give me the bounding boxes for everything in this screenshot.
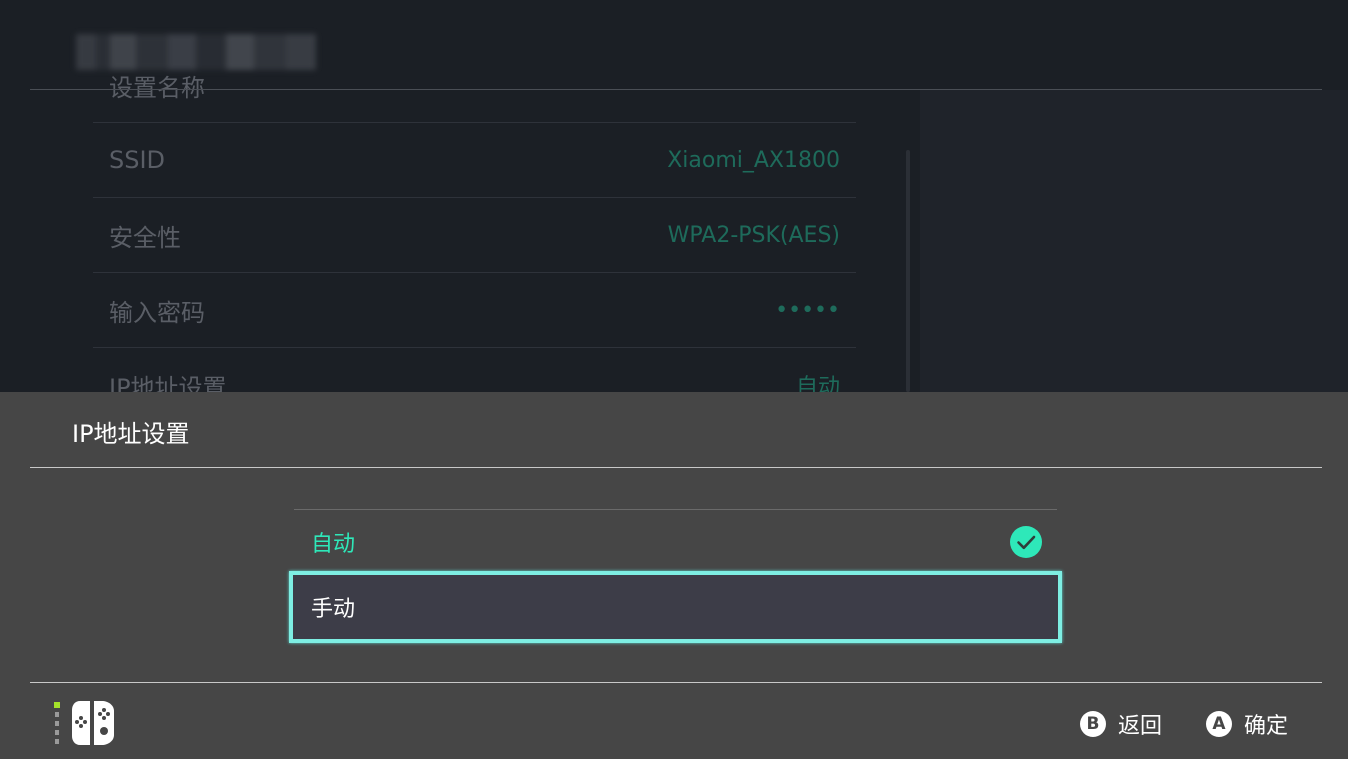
option-manual[interactable]: 手动 — [289, 571, 1062, 643]
option-auto[interactable]: 自动 — [294, 510, 1057, 574]
bg-scrollbar — [906, 150, 910, 392]
b-button-icon: B — [1079, 711, 1106, 737]
bg-row-label: IP地址设置 — [109, 373, 227, 393]
modal-title: IP地址设置 — [72, 420, 190, 448]
check-circle-icon — [1010, 526, 1042, 558]
background-settings-screen: 设置名称 SSID Xiaomi_AX1800 安全性 WPA2-PSK(AES… — [0, 0, 1348, 392]
bg-row-value: ••••• — [775, 297, 840, 323]
joycon-controller-icon — [54, 701, 114, 745]
option-label: 自动 — [311, 532, 356, 557]
confirm-button[interactable]: A 确定 — [1205, 708, 1288, 740]
bg-row-value: Xiaomi_AX1800 — [667, 147, 840, 173]
bg-row-password: 输入密码 ••••• — [93, 273, 856, 348]
bg-row-label: SSID — [109, 146, 166, 174]
bg-row-label: 设置名称 — [109, 73, 205, 102]
bg-right-pane — [920, 90, 1348, 392]
background-settings-list: 设置名称 SSID Xiaomi_AX1800 安全性 WPA2-PSK(AES… — [93, 48, 856, 392]
footer-divider — [30, 682, 1322, 683]
bg-row-ip-setting: IP地址设置 自动 — [93, 348, 856, 393]
bg-row-ssid: SSID Xiaomi_AX1800 — [93, 123, 856, 198]
bg-row-value: WPA2-PSK(AES) — [667, 222, 840, 248]
back-button[interactable]: B 返回 — [1079, 708, 1162, 740]
bg-row-value: 自动 — [795, 375, 840, 392]
option-label: 手动 — [311, 597, 356, 622]
option-list: 自动 手动 — [289, 509, 1062, 643]
confirm-label: 确定 — [1243, 714, 1288, 739]
footer-actions: B 返回 A 确定 — [1036, 708, 1288, 740]
bg-row-label: 输入密码 — [109, 298, 205, 327]
back-label: 返回 — [1117, 714, 1162, 739]
a-button-icon: A — [1205, 711, 1232, 737]
bg-row-label: 安全性 — [109, 223, 181, 252]
modal-title-divider — [30, 467, 1322, 468]
bg-row-device-name: 设置名称 — [93, 48, 856, 123]
bg-row-security: 安全性 WPA2-PSK(AES) — [93, 198, 856, 273]
ip-setting-modal: IP地址设置 自动 手动 B 返回 A 确定 — [0, 392, 1348, 759]
